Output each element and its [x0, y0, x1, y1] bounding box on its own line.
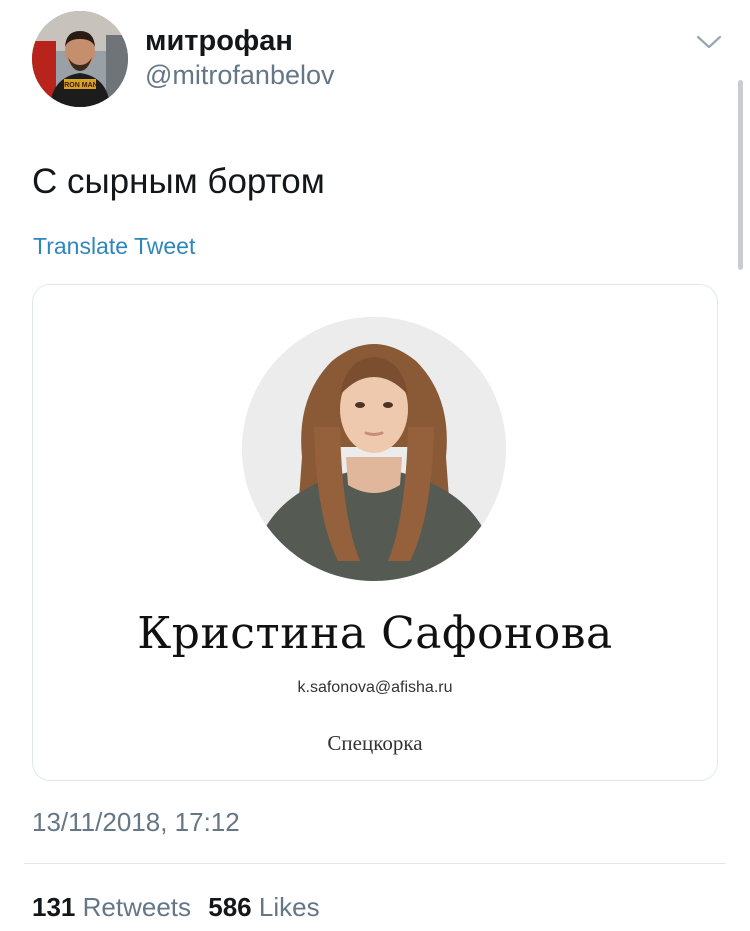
avatar-photo: IRON MAN [32, 11, 128, 107]
retweets-label: Retweets [82, 892, 192, 922]
scrollbar[interactable] [738, 80, 743, 270]
retweets-stat[interactable]: 131 Retweets [32, 892, 191, 922]
card-role: Спецкорка [327, 731, 423, 755]
author-handle[interactable]: @mitrofanbelov [145, 59, 335, 91]
likes-stat[interactable]: 586 Likes [208, 892, 319, 922]
translate-tweet-link[interactable]: Translate Tweet [33, 231, 195, 261]
tweet-media-card[interactable]: Кристина Сафонова k.safonova@afisha.ru С… [32, 284, 718, 781]
tweet-timestamp: 13/11/2018, 17:12 [32, 807, 240, 837]
avatar-shirt-text: IRON MAN [62, 82, 97, 89]
author-display-name[interactable]: митрофан [145, 24, 293, 58]
divider [24, 863, 726, 864]
card-email: k.safonova@afisha.ru [297, 679, 453, 696]
retweets-count: 131 [32, 892, 76, 922]
tweet-text: С сырным бортом [32, 162, 325, 201]
likes-count: 586 [208, 892, 252, 922]
portrait-photo [242, 317, 506, 581]
tweet-stats: 131 Retweets 586 Likes [32, 891, 320, 923]
chevron-down-icon[interactable] [694, 30, 724, 54]
author-avatar[interactable]: IRON MAN [32, 11, 128, 107]
likes-label: Likes [258, 892, 320, 922]
card-person-name: Кристина Сафонова [137, 608, 613, 659]
